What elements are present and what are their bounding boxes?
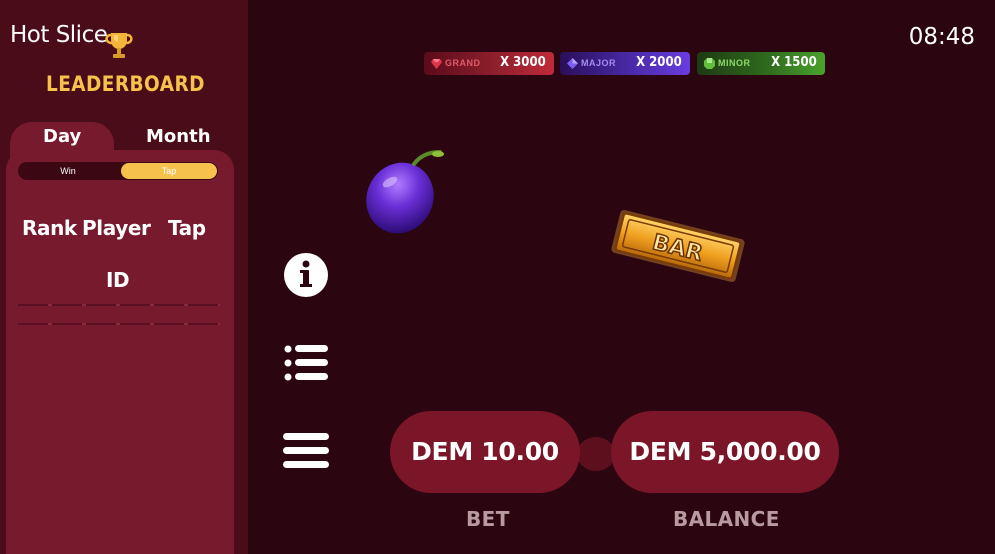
sapphire-gem-icon — [567, 58, 578, 69]
balance-display: DEM 5,000.00 — [611, 411, 839, 493]
jackpot-major-value: X 2000 — [636, 55, 682, 70]
paytable-list-icon[interactable] — [283, 340, 329, 386]
jackpot-minor-label: MINOR — [718, 58, 751, 68]
bet-label: BET — [466, 507, 510, 531]
pill-connector — [577, 437, 615, 471]
jackpot-major: MAJOR X 2000 — [560, 52, 690, 75]
info-icon[interactable] — [283, 252, 329, 298]
column-tap: Tap — [168, 216, 206, 240]
bar-icon[interactable]: BAR — [608, 204, 748, 288]
app-title: Hot Slice — [10, 22, 108, 48]
leaderboard-panel — [6, 150, 234, 554]
leaderboard-title: LEADERBOARD — [46, 72, 205, 96]
jackpot-grand: GRAND X 3000 — [424, 52, 554, 75]
jackpot-minor-value: X 1500 — [771, 55, 817, 70]
win-tap-toggle[interactable]: Win Tap — [18, 162, 218, 180]
toggle-win[interactable]: Win — [18, 162, 118, 180]
jackpot-grand-label: GRAND — [445, 58, 481, 68]
tab-day[interactable]: Day — [43, 126, 81, 147]
jackpot-minor: MINOR X 1500 — [697, 52, 825, 75]
row-divider — [18, 323, 220, 325]
menu-hamburger-icon[interactable] — [283, 428, 329, 474]
tab-month[interactable]: Month — [146, 126, 211, 147]
emerald-gem-icon — [704, 58, 715, 69]
trophy-icon — [105, 33, 133, 58]
toggle-tap[interactable]: Tap — [121, 163, 217, 179]
row-divider — [18, 304, 220, 306]
ruby-gem-icon — [431, 59, 442, 69]
balance-label: BALANCE — [673, 507, 780, 531]
column-player: Player — [82, 216, 151, 240]
clock: 08:48 — [908, 24, 975, 50]
jackpot-grand-value: X 3000 — [500, 55, 546, 70]
jackpot-major-label: MAJOR — [581, 58, 617, 68]
column-rank: Rank — [22, 216, 77, 240]
bet-display[interactable]: DEM 10.00 — [390, 411, 580, 493]
column-player-id: ID — [106, 268, 130, 292]
plum-icon[interactable] — [362, 146, 452, 238]
